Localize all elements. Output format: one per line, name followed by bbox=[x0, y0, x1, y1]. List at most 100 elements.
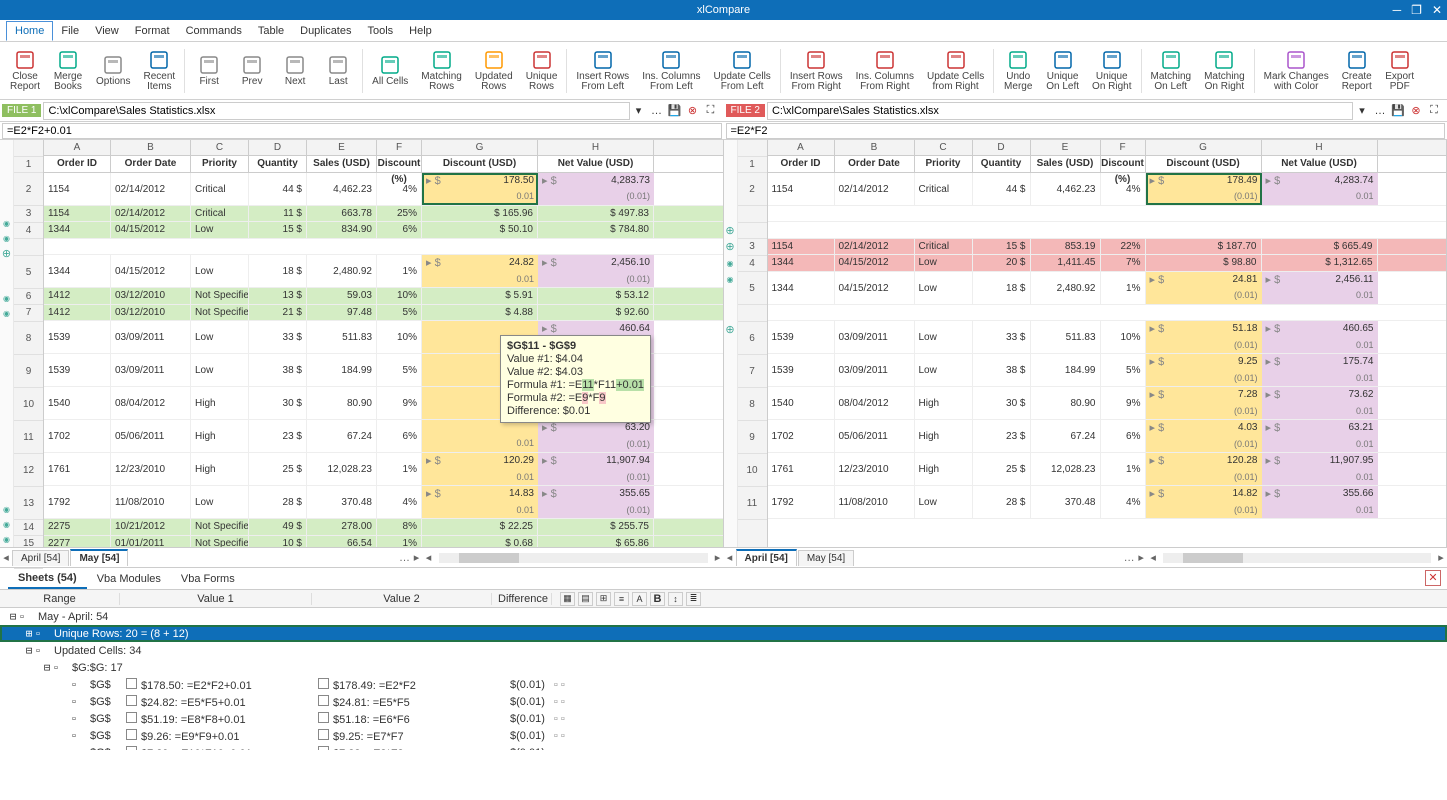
row-gutter-marker[interactable]: ⊕ bbox=[724, 239, 737, 256]
netvalue-cell[interactable]: ▸ $4,283.73(0.01) bbox=[538, 173, 654, 205]
cell[interactable]: $ 784.80 bbox=[538, 222, 654, 238]
cell[interactable]: 03/09/2011 bbox=[835, 354, 915, 386]
options-button[interactable]: Options bbox=[90, 44, 136, 98]
cell[interactable]: 10% bbox=[377, 321, 422, 353]
cell[interactable]: $ 0.68 bbox=[422, 536, 538, 548]
mark-changes-button[interactable]: Mark Changeswith Color bbox=[1258, 44, 1335, 98]
discount-cell[interactable]: ▸ $120.290.01 bbox=[422, 453, 538, 485]
data-row[interactable]: 153903/09/2011Low38 $184.995%▸ $9.25(0.0… bbox=[768, 354, 1447, 387]
diff-tool-1-icon[interactable]: ▦ bbox=[560, 592, 575, 606]
row-number[interactable] bbox=[738, 305, 767, 322]
cell[interactable]: 03/12/2010 bbox=[111, 288, 191, 304]
cell[interactable]: High bbox=[915, 387, 973, 419]
data-row[interactable]: 153903/09/2011Low33 $511.8310%▸ $51.18(0… bbox=[768, 321, 1447, 354]
sheet-tab[interactable]: April [54] bbox=[12, 550, 69, 566]
cell[interactable]: 4,462.23 bbox=[307, 173, 377, 205]
row-gutter-marker[interactable]: ◉ bbox=[0, 306, 13, 321]
cell[interactable]: 23 $ bbox=[249, 420, 307, 452]
data-row[interactable]: 134404/15/2012Low15 $834.906%$ 50.10$ 78… bbox=[44, 222, 723, 239]
row-gutter-marker[interactable] bbox=[0, 442, 13, 472]
cell[interactable]: 49 $ bbox=[249, 519, 307, 535]
formula-left-input[interactable] bbox=[2, 123, 722, 139]
row-gutter-marker[interactable]: ⊕ bbox=[724, 222, 737, 239]
cell[interactable]: Not Specifie bbox=[191, 519, 249, 535]
col-header-C[interactable]: C bbox=[191, 140, 249, 155]
row-gutter-marker[interactable] bbox=[0, 186, 13, 216]
data-row[interactable]: 141203/12/2010Not Specifie21 $97.485%$ 4… bbox=[44, 305, 723, 322]
col-header-B[interactable]: B bbox=[111, 140, 191, 155]
diff-tool-bold-icon[interactable]: B bbox=[650, 592, 665, 606]
row-number[interactable]: 2 bbox=[738, 173, 767, 206]
cell[interactable]: Critical bbox=[191, 173, 249, 205]
cell[interactable]: 80.90 bbox=[307, 387, 377, 419]
cell[interactable]: $ 50.10 bbox=[422, 222, 538, 238]
tab-scroll-right[interactable]: ▸ bbox=[1435, 551, 1447, 564]
diff-tree-row[interactable]: ▫$G$$9.26: =E9*F9+0.01$9.25: =E7*F7$(0.0… bbox=[0, 727, 1447, 744]
diff-tool-3-icon[interactable]: ⊞ bbox=[596, 592, 611, 606]
cell[interactable]: 1% bbox=[377, 453, 422, 485]
cell[interactable]: Not Specifie bbox=[191, 536, 249, 548]
row-gutter-marker[interactable]: ◉ bbox=[0, 517, 13, 532]
file1-open-icon[interactable]: … bbox=[650, 104, 664, 118]
checkbox[interactable] bbox=[318, 678, 329, 689]
cell[interactable]: Low bbox=[915, 272, 973, 304]
cell[interactable]: 11/08/2010 bbox=[111, 486, 191, 518]
tab-nav-more[interactable]: … bbox=[1123, 552, 1135, 564]
minimize-button[interactable]: ─ bbox=[1393, 0, 1402, 20]
cell[interactable]: Low bbox=[191, 321, 249, 353]
row-number[interactable]: 9 bbox=[14, 355, 43, 388]
row-number[interactable]: 5 bbox=[738, 272, 767, 305]
tab-scroll-left[interactable]: ◂ bbox=[423, 551, 435, 564]
diff-tool-copy-icon[interactable]: A bbox=[632, 592, 647, 606]
col-header-D[interactable]: D bbox=[249, 140, 307, 155]
data-row[interactable]: 134404/15/2012Low20 $1,411.457%$ 98.80$ … bbox=[768, 255, 1447, 272]
row-gutter-marker[interactable] bbox=[724, 470, 737, 503]
diff-tree-row[interactable]: ⊞▫Unique Rows: 20 = (8 + 12) bbox=[0, 625, 1447, 642]
col-header-H[interactable]: H bbox=[538, 140, 654, 155]
cell[interactable]: $ 187.70 bbox=[1146, 239, 1262, 255]
cell[interactable]: 2,480.92 bbox=[1031, 272, 1101, 304]
checkbox[interactable] bbox=[318, 729, 329, 740]
cell[interactable]: 6% bbox=[377, 420, 422, 452]
row-number[interactable]: 14 bbox=[14, 520, 43, 537]
cell[interactable]: 80.90 bbox=[1031, 387, 1101, 419]
col-header-F[interactable]: F bbox=[377, 140, 422, 155]
row-number[interactable]: 6 bbox=[14, 289, 43, 306]
cell[interactable]: 05/06/2011 bbox=[111, 420, 191, 452]
cell[interactable]: 184.99 bbox=[307, 354, 377, 386]
left-grid[interactable]: ◉◉⊕◉◉◉◉◉ 12345678910111213141516 ABCDEFG… bbox=[0, 140, 724, 547]
discount-cell[interactable]: ▸ $24.820.01 bbox=[422, 255, 538, 287]
row-gutter-marker[interactable]: ◉ bbox=[0, 216, 13, 231]
cell[interactable]: Low bbox=[191, 255, 249, 287]
row-number[interactable]: 4 bbox=[14, 223, 43, 240]
row-number[interactable]: 3 bbox=[14, 206, 43, 223]
discount-cell[interactable]: ▸ $14.830.01 bbox=[422, 486, 538, 518]
netvalue-cell[interactable]: ▸ $460.650.01 bbox=[1262, 321, 1378, 353]
cell[interactable]: 1344 bbox=[44, 255, 111, 287]
row-number[interactable] bbox=[738, 223, 767, 240]
cell[interactable]: 2,480.92 bbox=[307, 255, 377, 287]
menu-commands[interactable]: Commands bbox=[178, 22, 250, 40]
next-button[interactable]: Next bbox=[274, 44, 316, 98]
prev-button[interactable]: Prev bbox=[231, 44, 273, 98]
cell[interactable]: $ 665.49 bbox=[1262, 239, 1378, 255]
col-header-G[interactable]: G bbox=[422, 140, 538, 155]
row-number[interactable]: 8 bbox=[738, 388, 767, 421]
cell[interactable]: 33 $ bbox=[249, 321, 307, 353]
cell[interactable]: 853.19 bbox=[1031, 239, 1101, 255]
cell[interactable]: Critical bbox=[191, 206, 249, 222]
discount-cell[interactable]: ▸ $178.500.01 bbox=[422, 173, 538, 205]
cell[interactable]: 03/12/2010 bbox=[111, 305, 191, 321]
cell[interactable]: 03/09/2011 bbox=[111, 321, 191, 353]
row-gutter-marker[interactable]: ◉ bbox=[0, 532, 13, 547]
cell[interactable]: 9% bbox=[377, 387, 422, 419]
cell[interactable]: 2275 bbox=[44, 519, 111, 535]
cell[interactable]: 28 $ bbox=[249, 486, 307, 518]
data-row[interactable]: 115402/14/2012Critical11 $663.7825%$ 165… bbox=[44, 206, 723, 223]
cell[interactable]: 67.24 bbox=[307, 420, 377, 452]
cell[interactable]: 1344 bbox=[44, 222, 111, 238]
cell[interactable]: Low bbox=[191, 486, 249, 518]
cell[interactable]: 02/14/2012 bbox=[835, 173, 915, 205]
cell[interactable]: 02/14/2012 bbox=[111, 173, 191, 205]
menu-tools[interactable]: Tools bbox=[359, 22, 401, 40]
